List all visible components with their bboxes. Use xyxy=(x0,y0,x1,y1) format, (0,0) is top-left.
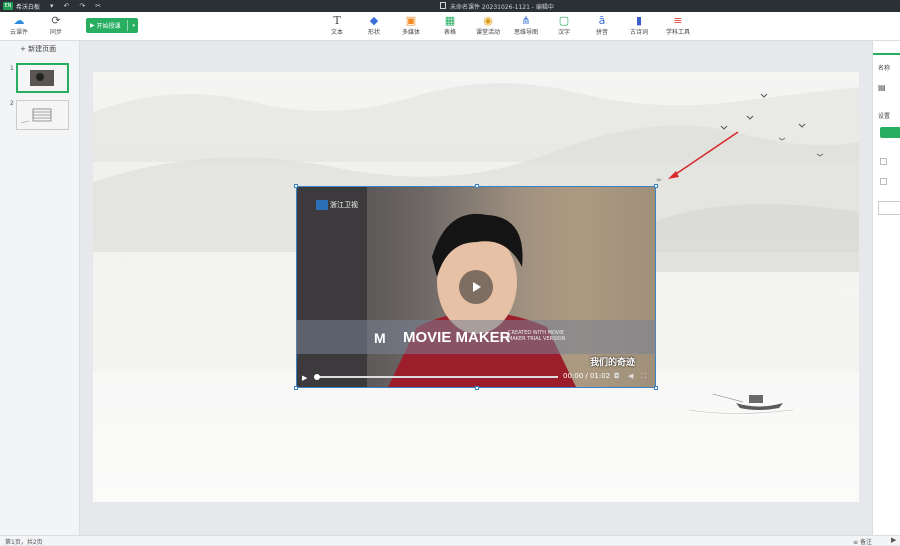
undo-icon[interactable]: ↶ xyxy=(64,2,70,10)
tool-media[interactable]: ▣ 多媒体 xyxy=(396,14,426,37)
properties-tab[interactable] xyxy=(873,41,900,55)
cloud-label: 云课件 xyxy=(10,29,29,36)
play-slide-icon[interactable]: ▶ xyxy=(891,536,896,544)
file-icon: ▤ xyxy=(878,83,886,92)
tool-label: 表格 xyxy=(443,29,456,36)
document-icon xyxy=(440,2,446,9)
new-page-button[interactable]: + 新建页面 xyxy=(20,44,56,54)
slide-thumbnail-1[interactable] xyxy=(16,63,69,93)
hanzi-icon: ▢ xyxy=(558,14,570,27)
pinyin-icon: ā xyxy=(598,14,606,27)
play-icon: ▶ xyxy=(90,22,95,29)
title-bar: EN 希沃白板 ▾ ↶ ↷ ✂ 未命名课件 20231026-1121 - 编辑… xyxy=(0,0,900,12)
dropdown-icon[interactable]: ▾ xyxy=(50,2,54,10)
cloud-courseware-button[interactable]: ☁ 云课件 xyxy=(10,14,28,36)
watermark-text: MOVIE MAKER xyxy=(403,329,511,346)
checkbox[interactable] xyxy=(880,178,887,185)
play-button[interactable] xyxy=(459,270,493,304)
resize-handle[interactable] xyxy=(294,184,298,188)
play-icon xyxy=(473,282,481,292)
tv-station-logo: 浙江卫视 xyxy=(316,200,358,210)
poetry-icon: ▮ xyxy=(635,14,643,27)
toolbar: ☁ 云课件 ⟳ 同步 ▶ 开始授课 ▾ T 文本 ◆ 形状 ▣ 多媒体 ▦ 表格… xyxy=(0,12,900,41)
play-small-icon[interactable]: ▶ xyxy=(302,374,307,382)
cut-icon[interactable]: ✂ xyxy=(95,2,101,10)
tool-table[interactable]: ▦ 表格 xyxy=(435,14,465,37)
plus-icon: + xyxy=(20,45,29,53)
cloud-icon: ☁ xyxy=(13,14,25,27)
slide-preview xyxy=(30,70,54,86)
checkbox[interactable] xyxy=(880,158,887,165)
video-subtitle: 我们的奇迹 xyxy=(590,358,636,368)
sync-icon: ⟳ xyxy=(51,14,61,27)
sync-label: 同步 xyxy=(50,29,63,36)
tool-label: 古诗词 xyxy=(629,29,648,36)
resize-handle[interactable] xyxy=(654,184,658,188)
activity-icon: ◉ xyxy=(483,14,493,27)
tool-label: 多媒体 xyxy=(401,29,420,36)
settings-input[interactable] xyxy=(878,201,900,215)
slide-preview xyxy=(20,108,52,124)
tool-activity[interactable]: ◉ 课堂活动 xyxy=(473,14,503,37)
mindmap-icon: ⋔ xyxy=(521,14,531,27)
progress-bar[interactable] xyxy=(315,376,558,378)
app-logo: EN xyxy=(3,2,13,10)
name-label: 名称 xyxy=(878,65,891,72)
watermark-note: CREATED WITH MOVIE MAKER TRIAL VERSION xyxy=(508,330,566,342)
start-teaching-button[interactable]: ▶ 开始授课 ▾ xyxy=(86,18,138,33)
link-icon[interactable]: ∞ xyxy=(656,176,662,184)
slide-thumbnail-2[interactable] xyxy=(16,100,69,130)
tool-mindmap[interactable]: ⋔ 思维导图 xyxy=(511,14,541,37)
tool-subject[interactable]: ≡ 学科工具 xyxy=(663,14,693,37)
tool-label: 文本 xyxy=(330,29,343,36)
tool-label: 学科工具 xyxy=(665,29,690,36)
tool-label: 拼音 xyxy=(595,29,608,36)
volume-icon[interactable]: ◀ xyxy=(628,372,633,380)
tool-pinyin[interactable]: ā 拼音 xyxy=(587,14,617,37)
text-icon: T xyxy=(333,14,341,27)
tool-label: 形状 xyxy=(367,29,380,36)
properties-panel: 名称 ▤ 设置 xyxy=(872,41,900,535)
tool-poetry[interactable]: ▮ 古诗词 xyxy=(624,14,654,37)
screenshot-icon[interactable]: ◘ xyxy=(614,372,620,380)
slide-number: 2 xyxy=(10,100,14,107)
shape-icon: ◆ xyxy=(369,14,379,27)
time-display: 00:00 / 01:02 xyxy=(563,372,611,380)
tool-shape[interactable]: ◆ 形状 xyxy=(359,14,389,37)
status-bar: 第1页，共2页 ≡ 备注 ▶ xyxy=(0,535,900,546)
app-name[interactable]: 希沃白板 xyxy=(16,2,40,11)
station-icon xyxy=(316,200,328,210)
tool-label: 课堂活动 xyxy=(475,29,500,36)
settings-label: 设置 xyxy=(878,113,891,120)
chevron-down-icon[interactable]: ▾ xyxy=(132,23,135,29)
progress-knob[interactable] xyxy=(314,374,320,380)
new-page-label: 新建页面 xyxy=(28,45,57,53)
redo-icon[interactable]: ↷ xyxy=(79,2,85,10)
fullscreen-icon[interactable]: ⛶ xyxy=(641,372,646,381)
settings-button[interactable] xyxy=(880,127,900,138)
resize-handle[interactable] xyxy=(475,184,479,188)
tool-label: 汉字 xyxy=(557,29,570,36)
sync-button[interactable]: ⟳ 同步 xyxy=(50,14,62,36)
subject-tools-icon: ≡ xyxy=(673,14,683,27)
station-name: 浙江卫视 xyxy=(330,201,358,209)
media-icon: ▣ xyxy=(405,14,417,27)
divider xyxy=(127,20,128,31)
slide-panel: + 新建页面 1 2 xyxy=(0,41,80,535)
tool-hanzi[interactable]: ▢ 汉字 xyxy=(549,14,579,37)
slide-number: 1 xyxy=(10,65,14,72)
start-label: 开始授课 xyxy=(96,23,121,30)
movie-maker-logo: M xyxy=(374,330,386,346)
document-title[interactable]: 未命名课件 20231026-1121 - 编辑中 xyxy=(450,2,554,11)
tool-text[interactable]: T 文本 xyxy=(322,14,352,37)
table-icon: ▦ xyxy=(444,14,456,27)
tool-label: 思维导图 xyxy=(513,29,538,36)
